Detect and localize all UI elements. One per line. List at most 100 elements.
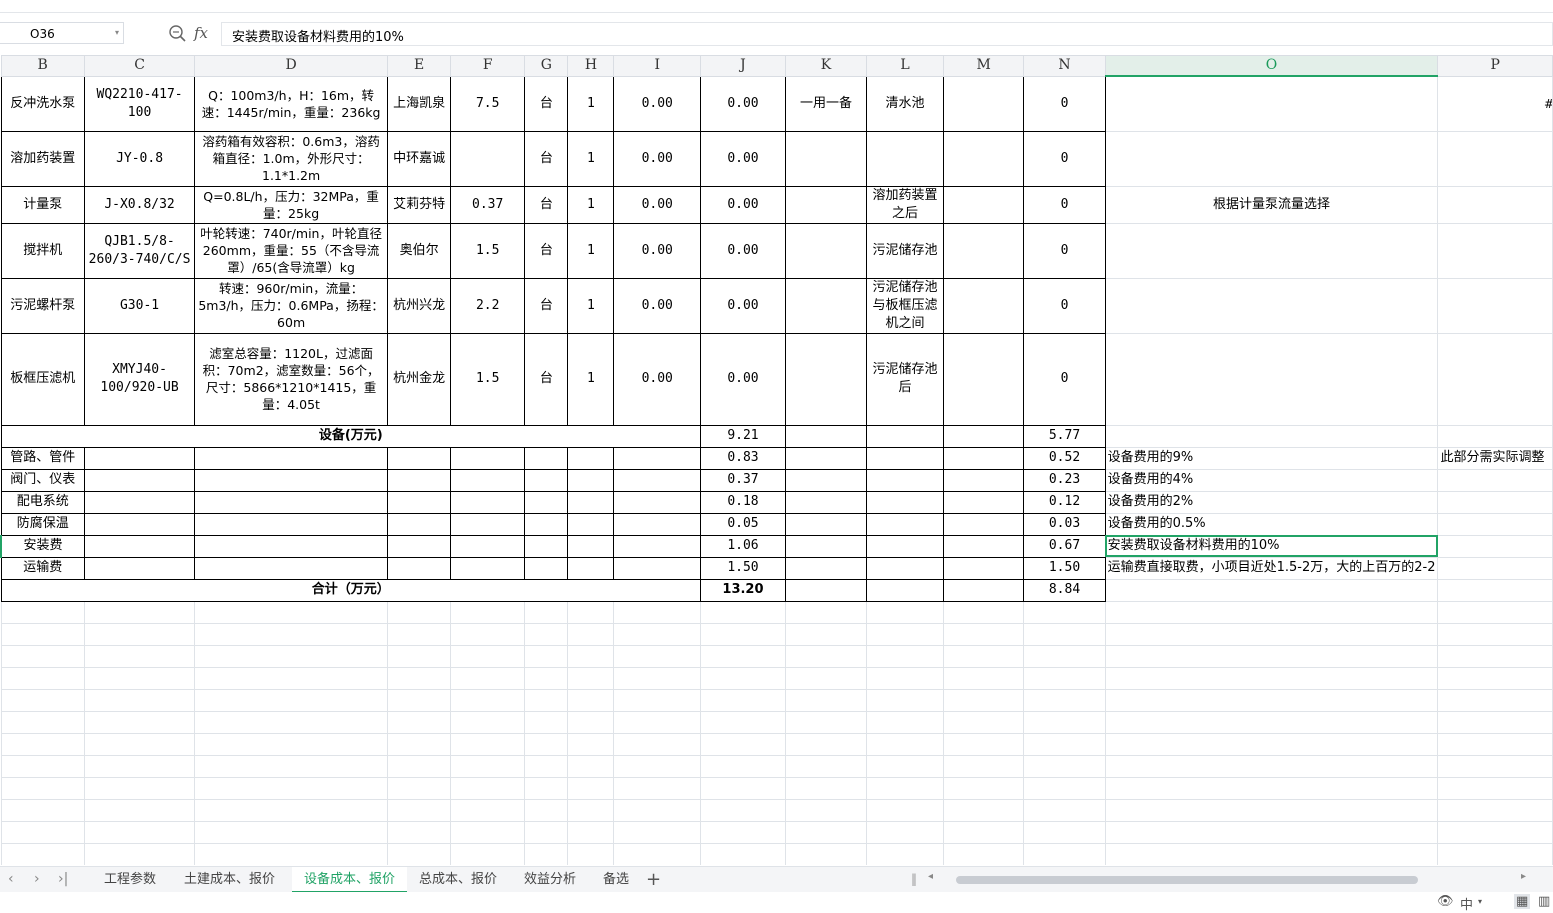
cell-c[interactable]: G30-1: [83, 277, 196, 334]
cell-e[interactable]: [386, 710, 452, 734]
cell-j[interactable]: 0.00: [700, 222, 786, 279]
cell-g[interactable]: [524, 644, 569, 668]
cell-g[interactable]: [524, 754, 569, 778]
cell-e[interactable]: [386, 754, 452, 778]
cell-h[interactable]: 1: [567, 185, 615, 224]
cell-j[interactable]: 9.21: [700, 424, 786, 448]
cell-h[interactable]: [567, 534, 615, 558]
cell-m[interactable]: [942, 666, 1025, 690]
chevron-down-icon[interactable]: ▾: [115, 28, 119, 37]
cell-n[interactable]: 8.84: [1023, 578, 1106, 602]
cell-d[interactable]: Q=0.8L/h，压力：32MPa，重量：25kg: [194, 185, 388, 224]
cell-h[interactable]: [567, 468, 615, 492]
cell-g[interactable]: [524, 534, 569, 558]
cell-b[interactable]: 配电系统: [0, 490, 85, 514]
cell-c[interactable]: [83, 468, 196, 492]
cell-l[interactable]: [866, 732, 944, 756]
cell-h[interactable]: [567, 842, 615, 865]
cell-p[interactable]: [1437, 130, 1553, 187]
cell-b[interactable]: 运输费: [0, 556, 85, 580]
cell-e[interactable]: [386, 512, 452, 536]
cell-c[interactable]: [83, 512, 196, 536]
cell-d[interactable]: [194, 798, 388, 822]
cell-p[interactable]: [1437, 666, 1553, 690]
cell-b[interactable]: 防腐保温: [0, 512, 85, 536]
scroll-splitter-icon[interactable]: ‖: [911, 872, 917, 886]
cell-k[interactable]: [784, 222, 868, 279]
horizontal-scrollbar[interactable]: ◂ ▸: [928, 871, 1538, 886]
cell-f[interactable]: [450, 776, 526, 800]
cell-e[interactable]: [386, 534, 452, 558]
cell-j[interactable]: [700, 754, 786, 778]
cell-m[interactable]: [942, 710, 1025, 734]
cell-j[interactable]: 0.05: [700, 512, 786, 536]
scroll-right-icon[interactable]: ▸: [1521, 871, 1526, 882]
cell-n[interactable]: [1023, 600, 1106, 624]
cell-n[interactable]: [1023, 688, 1106, 712]
cell-m[interactable]: [942, 222, 1025, 279]
cell-f[interactable]: 7.5: [450, 75, 526, 132]
cell-e[interactable]: [386, 732, 452, 756]
cell-m[interactable]: [942, 820, 1025, 844]
cell-i[interactable]: 0.00: [613, 130, 702, 187]
column-header-k[interactable]: K: [784, 55, 868, 77]
cell-f[interactable]: [450, 130, 526, 187]
last-sheet-icon[interactable]: ›|: [58, 871, 68, 887]
cell-o[interactable]: [1104, 666, 1439, 690]
cell-f[interactable]: [450, 798, 526, 822]
cell-h[interactable]: [567, 622, 615, 646]
cell-p[interactable]: [1437, 468, 1553, 492]
cell-b[interactable]: 板框压滤机: [0, 332, 85, 426]
cell-g[interactable]: [524, 842, 569, 865]
cell-l[interactable]: [866, 688, 944, 712]
sheet-tab[interactable]: 效益分析: [512, 867, 588, 893]
cell-e[interactable]: [386, 468, 452, 492]
cell-i[interactable]: [613, 710, 702, 734]
cell-o[interactable]: [1104, 710, 1439, 734]
cell-c[interactable]: [83, 622, 196, 646]
cell-l[interactable]: [866, 424, 944, 448]
cell-k[interactable]: [784, 277, 868, 334]
cell-o[interactable]: 根据计量泵流量选择: [1104, 185, 1439, 224]
cell-m[interactable]: [942, 468, 1025, 492]
cell-m[interactable]: [942, 842, 1025, 865]
cell-d[interactable]: 叶轮转速：740r/min，叶轮直径260mm，重量：55（不含导流罩）/65(…: [194, 222, 388, 279]
cell-d[interactable]: [194, 534, 388, 558]
cell-p[interactable]: 此部分需实际调整: [1437, 446, 1553, 470]
column-header-n[interactable]: N: [1023, 55, 1106, 77]
cell-d[interactable]: [194, 842, 388, 865]
cell-k[interactable]: [784, 578, 868, 602]
cell-b[interactable]: 计量泵: [0, 185, 85, 224]
cell-m[interactable]: [942, 776, 1025, 800]
cell-m[interactable]: [942, 732, 1025, 756]
cell-c[interactable]: WQ2210-417-100: [83, 75, 196, 132]
cell-n[interactable]: [1023, 820, 1106, 844]
cell-k[interactable]: [784, 776, 868, 800]
cell-d[interactable]: Q：100m3/h，H：16m，转速：1445r/min，重量：236kg: [194, 75, 388, 132]
cell-f[interactable]: [450, 534, 526, 558]
cell-b[interactable]: [0, 688, 85, 712]
cell-d[interactable]: [194, 710, 388, 734]
cell-g[interactable]: [524, 820, 569, 844]
column-header-p[interactable]: P: [1437, 55, 1553, 77]
cell-d[interactable]: [194, 776, 388, 800]
cell-c[interactable]: [83, 732, 196, 756]
cell-i[interactable]: [613, 688, 702, 712]
cell-m[interactable]: [942, 688, 1025, 712]
cell-f[interactable]: [450, 820, 526, 844]
cell-b[interactable]: [0, 710, 85, 734]
column-header-c[interactable]: C: [83, 55, 196, 77]
cell-l[interactable]: 污泥储存池后: [866, 332, 944, 426]
cell-e[interactable]: [386, 644, 452, 668]
cell-p[interactable]: [1437, 732, 1553, 756]
cell-l[interactable]: [866, 556, 944, 580]
fx-icon[interactable]: fx: [194, 24, 208, 42]
cell-k[interactable]: 一用一备: [784, 75, 868, 132]
cell-d[interactable]: 转速：960r/min，流量：5m3/h，压力：0.6MPa，扬程：60m: [194, 277, 388, 334]
cell-e[interactable]: [386, 842, 452, 865]
cell-j[interactable]: [700, 600, 786, 624]
cell-d[interactable]: [194, 732, 388, 756]
cell-i[interactable]: [613, 754, 702, 778]
cell-h[interactable]: [567, 776, 615, 800]
cell-h[interactable]: [567, 688, 615, 712]
